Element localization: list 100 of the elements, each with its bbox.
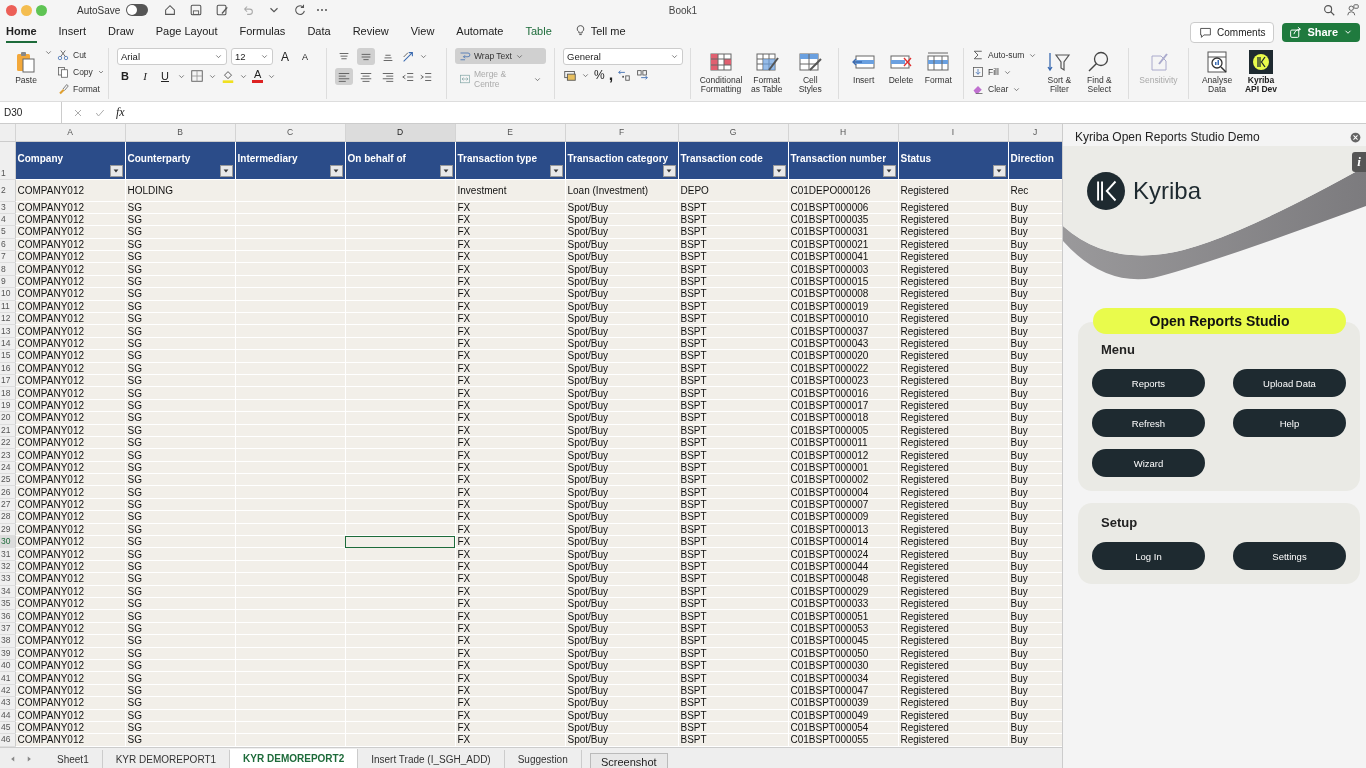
- sheet-tab[interactable]: Sheet1: [44, 749, 103, 768]
- styles-button[interactable]: Conditional Formatting: [699, 48, 743, 96]
- styles-button[interactable]: Cell Styles: [790, 48, 830, 96]
- editing-button[interactable]: Clear: [972, 82, 1038, 96]
- align-button[interactable]: [357, 48, 375, 65]
- row-number[interactable]: 1: [0, 141, 15, 179]
- column-header[interactable]: J: [1008, 124, 1062, 141]
- add-in-button[interactable]: Kyriba API Dev: [1241, 48, 1281, 96]
- cells-button[interactable]: Format: [921, 48, 955, 87]
- align-button[interactable]: [335, 68, 353, 85]
- filter-button[interactable]: [329, 165, 343, 177]
- filter-button[interactable]: [882, 165, 896, 177]
- comments-button[interactable]: Comments: [1190, 21, 1275, 43]
- ribbon-tab[interactable]: Table: [525, 21, 552, 43]
- pane-button[interactable]: Upload Data: [1233, 369, 1346, 397]
- pane-button[interactable]: Help: [1233, 409, 1346, 437]
- save-icon[interactable]: [189, 3, 204, 17]
- editing-button[interactable]: Sort & Filter: [1041, 48, 1078, 96]
- sheet-tab[interactable]: Insert Trade (I_SGH_ADD): [358, 749, 505, 768]
- pane-button[interactable]: Wizard: [1092, 449, 1205, 477]
- italic-button[interactable]: I: [137, 68, 153, 84]
- share-button[interactable]: Share: [1282, 22, 1360, 42]
- insert-function-button[interactable]: fx: [116, 105, 125, 120]
- currency-icon[interactable]: [563, 68, 577, 82]
- active-cell[interactable]: [345, 535, 455, 548]
- info-button[interactable]: i: [1352, 152, 1366, 172]
- filter-button[interactable]: [992, 165, 1006, 177]
- increase-decimal-icon[interactable]: [617, 68, 632, 82]
- ribbon-tab[interactable]: Draw: [108, 21, 134, 43]
- cells-button[interactable]: Insert: [847, 48, 881, 87]
- fill-color-icon[interactable]: [221, 69, 235, 83]
- format-painter-button[interactable]: Format: [57, 82, 105, 96]
- redo-icon[interactable]: [293, 3, 308, 17]
- filter-button[interactable]: [439, 165, 453, 177]
- ribbon-tab[interactable]: Home: [6, 21, 37, 43]
- window-control[interactable]: [6, 4, 17, 16]
- decrease-decimal-icon[interactable]: [635, 68, 650, 82]
- cells-button[interactable]: Delete: [884, 48, 918, 87]
- editing-button[interactable]: Find & Select: [1081, 48, 1118, 96]
- font-name-dropdown[interactable]: Arial: [117, 48, 227, 65]
- number-format-dropdown[interactable]: General: [563, 48, 683, 65]
- ribbon-tab[interactable]: Data: [307, 21, 331, 43]
- ribbon-tab[interactable]: Formulas: [239, 21, 286, 43]
- table-cell: BSPT: [678, 362, 788, 375]
- search-icon[interactable]: [1322, 3, 1336, 17]
- ribbon-tab[interactable]: Insert: [58, 21, 87, 43]
- ribbon-tab[interactable]: Automate: [456, 21, 504, 43]
- close-icon[interactable]: [1349, 130, 1362, 144]
- editing-button[interactable]: Fill: [972, 65, 1038, 79]
- column-header[interactable]: E: [455, 124, 565, 141]
- tell-me-search[interactable]: Tell me: [573, 21, 626, 43]
- pane-button[interactable]: Reports: [1092, 369, 1205, 397]
- bold-button[interactable]: B: [117, 68, 133, 84]
- font-color-button[interactable]: A: [252, 69, 264, 83]
- column-header[interactable]: H: [788, 124, 898, 141]
- filter-button[interactable]: [662, 165, 676, 177]
- table-cell: SG: [125, 300, 235, 313]
- orientation-icon[interactable]: [401, 49, 415, 64]
- sheet-tab[interactable]: Suggestion: [504, 749, 582, 768]
- filter-button[interactable]: [219, 165, 233, 177]
- filter-button[interactable]: [549, 165, 563, 177]
- pane-button[interactable]: Log In: [1092, 542, 1205, 570]
- styles-button[interactable]: Format as Table: [747, 48, 787, 96]
- percent-button[interactable]: %: [594, 68, 605, 82]
- pane-button[interactable]: Settings: [1233, 542, 1346, 570]
- font-size-dropdown[interactable]: 12: [231, 48, 273, 65]
- copy-icon: [57, 66, 69, 78]
- paste-button[interactable]: Paste: [12, 48, 40, 87]
- home-icon[interactable]: [163, 3, 178, 17]
- column-header[interactable]: G: [678, 124, 788, 141]
- sheet-tab[interactable]: KYR DEMOREPORT2: [230, 748, 359, 768]
- editing-button[interactable]: Auto-sum: [972, 48, 1038, 62]
- increase-font-button[interactable]: A: [277, 48, 293, 65]
- column-header[interactable]: B: [125, 124, 235, 141]
- decrease-font-button[interactable]: A: [297, 48, 313, 65]
- row-number[interactable]: 2: [0, 179, 15, 201]
- name-box[interactable]: D30: [0, 102, 62, 123]
- column-header[interactable]: I: [898, 124, 1008, 141]
- underline-button[interactable]: U: [157, 68, 173, 84]
- filter-button[interactable]: [109, 165, 123, 177]
- copy-button[interactable]: Copy: [57, 65, 105, 79]
- add-in-button[interactable]: Analyse Data: [1197, 48, 1237, 96]
- cut-button[interactable]: Cut: [57, 48, 105, 62]
- pane-button[interactable]: Refresh: [1092, 409, 1205, 437]
- borders-icon[interactable]: [190, 69, 204, 83]
- people-icon[interactable]: [1346, 3, 1360, 17]
- more-button[interactable]: ⋯: [316, 3, 329, 17]
- autosave-toggle[interactable]: [126, 4, 149, 16]
- save-as-icon[interactable]: [215, 3, 230, 17]
- column-header[interactable]: D: [345, 124, 455, 141]
- filter-button[interactable]: [772, 165, 786, 177]
- column-header[interactable]: C: [235, 124, 345, 141]
- ribbon-tab[interactable]: View: [410, 21, 435, 43]
- table-cell: Registered: [898, 585, 1008, 598]
- column-header[interactable]: F: [565, 124, 678, 141]
- wrap-text-button[interactable]: Wrap Text: [455, 48, 546, 64]
- column-header[interactable]: A: [15, 124, 125, 141]
- table-cell: C01BSPT000051: [788, 609, 898, 623]
- ribbon-tab[interactable]: Review: [352, 21, 389, 43]
- ribbon-tab[interactable]: Page Layout: [155, 21, 218, 43]
